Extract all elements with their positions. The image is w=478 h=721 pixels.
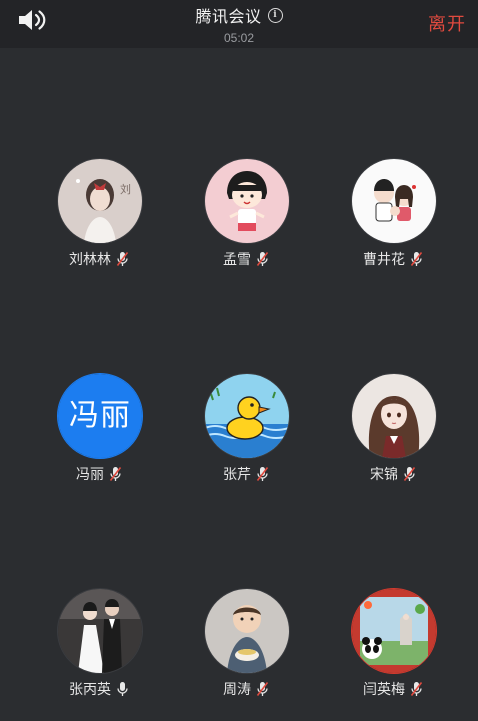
mic-muted-icon [109,467,122,481]
mic-muted-icon [410,252,423,266]
participant-name: 周涛 [223,681,251,697]
participant-name: 张丙英 [69,681,111,697]
participant-name: 孟雪 [223,251,251,267]
avatar [204,158,290,244]
participant-grid: 刘 刘林林 孟雪 曹井花 冯丽 冯丽 张芹 宋锦 张丙英 周涛 闫英梅 [0,0,478,721]
avatar: 冯丽 [57,373,143,459]
avatar [351,588,437,674]
participant-name: 闫英梅 [363,681,405,697]
avatar-initials: 冯丽 [58,374,142,458]
avatar [204,588,290,674]
avatar [351,373,437,459]
participant-name: 曹井花 [363,251,405,267]
avatar [204,373,290,459]
avatar [57,588,143,674]
participant-tile[interactable]: 张芹 [176,373,316,493]
mic-muted-icon [410,682,423,696]
avatar: 刘 [57,158,143,244]
participant-tile[interactable]: 周涛 [176,588,316,708]
participant-tile[interactable]: 宋锦 [323,373,463,493]
participant-name: 张芹 [223,466,251,482]
mic-muted-icon [403,467,416,481]
participant-tile[interactable]: 张丙英 [29,588,169,708]
participant-tile[interactable]: 孟雪 [176,158,316,278]
mic-muted-icon [256,252,269,266]
participant-tile[interactable]: 刘 刘林林 [29,158,169,278]
avatar [351,158,437,244]
participant-name: 冯丽 [76,466,104,482]
participant-name: 刘林林 [69,251,111,267]
mic-on-icon [117,682,128,696]
participant-tile[interactable]: 曹井花 [323,158,463,278]
participant-tile[interactable]: 冯丽 冯丽 [29,373,169,493]
mic-muted-icon [116,252,129,266]
mic-muted-icon [256,682,269,696]
svg-text:刘: 刘 [120,183,131,196]
participant-name: 宋锦 [370,466,398,482]
mic-muted-icon [256,467,269,481]
participant-tile[interactable]: 闫英梅 [323,588,463,708]
